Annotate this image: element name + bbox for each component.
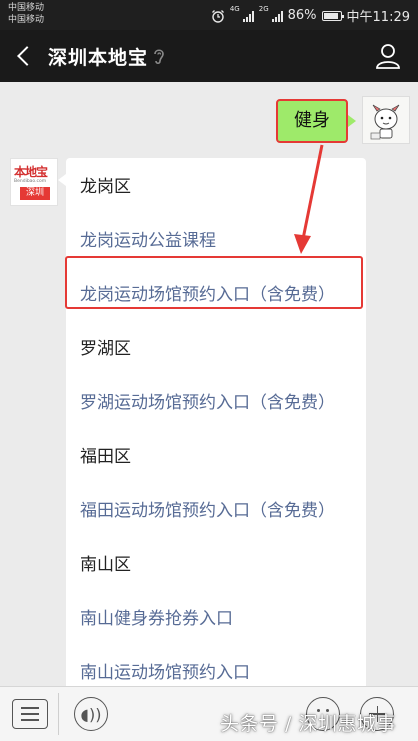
title-bar: 深圳本地宝 xyxy=(0,30,418,82)
network-type-1: 4G xyxy=(229,5,240,13)
alarm-icon xyxy=(211,9,224,23)
carrier-info: 中国移动 中国移动 xyxy=(8,2,44,26)
reply-link-highlighted[interactable]: 龙岗运动场馆预约入口（含免费） xyxy=(80,280,335,305)
district-heading: 罗湖区 xyxy=(80,339,131,359)
carrier-2: 中国移动 xyxy=(8,15,45,25)
menu-icon[interactable] xyxy=(12,699,48,729)
divider xyxy=(58,693,59,735)
sent-message-bubble[interactable]: 健身 xyxy=(276,99,356,143)
district-heading: 福田区 xyxy=(80,447,131,467)
my-avatar[interactable] xyxy=(362,96,410,144)
back-icon xyxy=(17,46,37,66)
signal-1-icon xyxy=(242,10,254,22)
watermark: 头条号 / 深圳惠城事 xyxy=(220,713,396,735)
reply-bubble: 龙岗区 龙岗运动公益课程 龙岗运动场馆预约入口（含免费） 罗湖区 罗湖运动场馆预… xyxy=(58,158,366,686)
input-bar: ◖)) 头条号 / 深圳惠城事 xyxy=(0,686,418,741)
logo-url: Bendibao.com xyxy=(14,179,47,184)
battery-icon xyxy=(321,10,344,21)
clock: 中午11:29 xyxy=(346,10,410,25)
district-heading: 南山区 xyxy=(80,555,131,575)
battery-percent: 86% xyxy=(287,8,317,23)
signal-2-icon xyxy=(271,10,283,22)
official-account-avatar[interactable]: 本地宝 Bendibao.com 深圳 xyxy=(10,158,58,206)
cartoon-avatar-icon xyxy=(363,97,409,143)
district-heading: 龙岗区 xyxy=(80,177,131,197)
person-icon[interactable] xyxy=(374,42,402,70)
voice-icon[interactable]: ◖)) xyxy=(74,697,108,731)
carrier-1: 中国移动 xyxy=(8,3,45,13)
logo-name: 本地宝 xyxy=(14,165,48,179)
status-indicators: 4G 2G 86% 中午11:29 xyxy=(211,6,410,25)
reply-link[interactable]: 罗湖运动场馆预约入口（含免费） xyxy=(80,388,335,413)
status-bar: 中国移动 中国移动 4G 2G 86% 中午11:29 xyxy=(0,0,418,30)
reply-link[interactable]: 南山运动场馆预约入口 xyxy=(80,658,250,683)
chat-title: 深圳本地宝 xyxy=(48,47,149,69)
reply-link[interactable]: 龙岗运动公益课程 xyxy=(80,226,216,251)
chat-area[interactable]: 健身 本地宝 Bendibao.com 深圳 龙岗区 龙岗运动公益课程 龙岗运动… xyxy=(0,82,418,686)
network-type-2: 2G xyxy=(258,5,269,13)
reply-link[interactable]: 福田运动场馆预约入口（含免费） xyxy=(80,496,335,521)
ear-icon xyxy=(154,49,164,65)
back-button[interactable] xyxy=(6,36,42,76)
reply-link[interactable]: 南山健身券抢券入口 xyxy=(80,604,233,629)
logo-city: 深圳 xyxy=(20,187,50,200)
